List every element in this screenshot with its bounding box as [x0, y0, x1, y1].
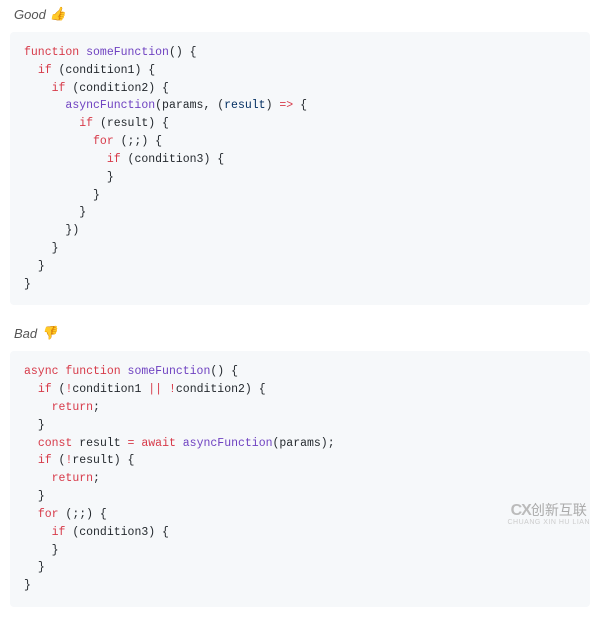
code-line: if (condition1) { [24, 62, 576, 80]
code-line: } [24, 488, 576, 506]
bad-label: Bad 👎 [0, 319, 600, 347]
bad-text: Bad [14, 326, 37, 341]
good-label: Good 👍 [0, 0, 600, 28]
code-line: }) [24, 222, 576, 240]
code-line: } [24, 187, 576, 205]
code-line: } [24, 204, 576, 222]
code-line: } [24, 258, 576, 276]
code-line: const result = await asyncFunction(param… [24, 435, 576, 453]
code-line: } [24, 542, 576, 560]
code-line: if (!condition1 || !condition2) { [24, 381, 576, 399]
code-line: for (;;) { [24, 133, 576, 151]
code-line: return; [24, 470, 576, 488]
code-line: if (!result) { [24, 452, 576, 470]
code-line: asyncFunction(params, (result) => { [24, 97, 576, 115]
code-line: for (;;) { [24, 506, 576, 524]
code-line: } [24, 559, 576, 577]
bad-code-block: async function someFunction() { if (!con… [10, 351, 590, 607]
watermark-brand: 创新互联 [531, 502, 587, 518]
good-code-block: function someFunction() { if (condition1… [10, 32, 590, 305]
code-line: } [24, 276, 576, 294]
code-line: } [24, 169, 576, 187]
watermark-logo: CX [511, 502, 531, 519]
code-line: } [24, 240, 576, 258]
code-line: } [24, 577, 576, 595]
code-line: async function someFunction() { [24, 363, 576, 381]
code-line: return; [24, 399, 576, 417]
good-text: Good [14, 7, 46, 22]
code-line: if (result) { [24, 115, 576, 133]
thumbs-down-icon: 👎 [41, 325, 57, 341]
code-line: } [24, 417, 576, 435]
code-line: function someFunction() { [24, 44, 576, 62]
watermark: CX创新互联 CHUANG XIN HU LIAN [507, 502, 590, 527]
code-line: if (condition3) { [24, 524, 576, 542]
code-line: if (condition2) { [24, 80, 576, 98]
watermark-sub: CHUANG XIN HU LIAN [507, 519, 590, 527]
code-line: if (condition3) { [24, 151, 576, 169]
thumbs-up-icon: 👍 [50, 6, 66, 22]
